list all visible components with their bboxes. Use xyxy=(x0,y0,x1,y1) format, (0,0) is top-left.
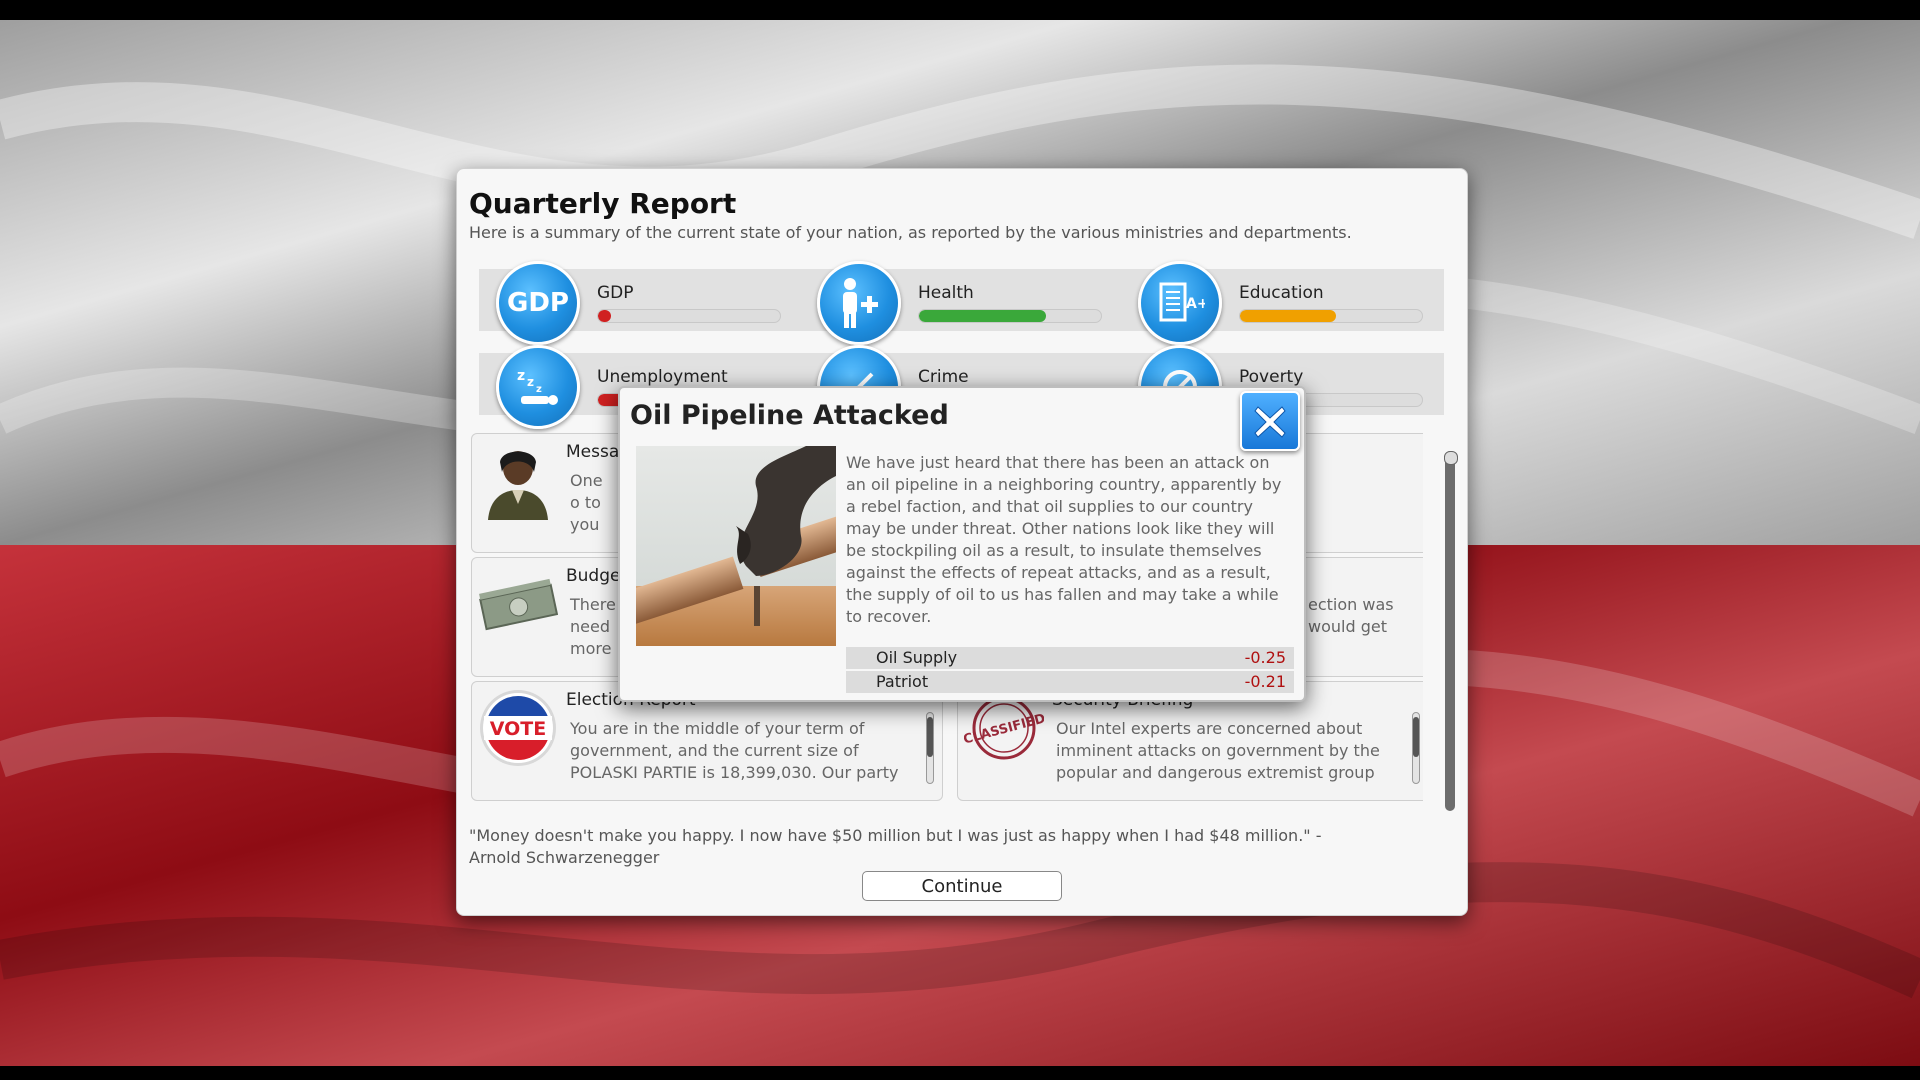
stat-label: Crime xyxy=(918,367,969,387)
vote-badge-icon: VOTE xyxy=(480,690,556,766)
card-text: There need more xyxy=(570,595,616,658)
stat-bar xyxy=(918,309,1102,323)
stat-fill xyxy=(598,310,611,322)
vote-badge-text: VOTE xyxy=(490,718,546,740)
event-description: We have just heard that there has been a… xyxy=(846,453,1282,626)
advisor-portrait-icon xyxy=(478,440,558,520)
card-title: Budge xyxy=(566,566,621,586)
report-subtitle: Here is a summary of the current state o… xyxy=(469,223,1352,242)
sleeping-worker-icon: zzz xyxy=(496,345,580,429)
effect-value: -0.21 xyxy=(1244,672,1286,691)
stat-bar xyxy=(597,309,781,323)
close-button[interactable] xyxy=(1240,391,1300,451)
event-title: Oil Pipeline Attacked xyxy=(630,400,949,431)
card-text: Our Intel experts are concerned about im… xyxy=(1056,719,1380,782)
stat-health[interactable]: Health xyxy=(800,261,1120,345)
effect-name: Patriot xyxy=(876,672,929,691)
event-popup: Oil Pipeline Attacked We have just heard… xyxy=(618,386,1306,702)
letterbox-top xyxy=(0,0,1920,20)
stats-row-1: GDP GDP Health A+ Education xyxy=(479,261,1444,345)
svg-text:z: z xyxy=(536,384,542,395)
oil-pipeline-image xyxy=(636,446,836,646)
stat-label: Poverty xyxy=(1239,367,1304,387)
effect-value: -0.25 xyxy=(1244,648,1286,667)
continue-button[interactable]: Continue xyxy=(862,871,1062,901)
stat-fill xyxy=(1240,310,1337,322)
stat-fill xyxy=(919,310,1047,322)
stat-label: GDP xyxy=(597,283,634,303)
card-text: One o to you xyxy=(570,471,603,534)
stat-gdp[interactable]: GDP GDP xyxy=(479,261,799,345)
stat-label: Unemployment xyxy=(597,367,728,387)
svg-text:z: z xyxy=(517,368,525,384)
effect-row: Oil Supply -0.25 xyxy=(846,647,1294,669)
event-effects: Oil Supply -0.25 Patriot -0.21 xyxy=(846,647,1294,695)
cards-scrollbar[interactable] xyxy=(1444,451,1458,811)
scrollbar-thumb[interactable] xyxy=(1444,451,1458,465)
stat-education[interactable]: A+ Education xyxy=(1121,261,1441,345)
effect-row: Patriot -0.21 xyxy=(846,671,1294,693)
gdp-icon: GDP xyxy=(496,261,580,345)
card-scrollbar[interactable] xyxy=(1412,712,1420,784)
letterbox-bottom xyxy=(0,1066,1920,1080)
education-icon: A+ xyxy=(1138,261,1222,345)
card-scrollbar[interactable] xyxy=(926,712,934,784)
stat-label: Health xyxy=(918,283,974,303)
svg-text:A+: A+ xyxy=(1186,296,1205,312)
quote-text: "Money doesn't make you happy. I now hav… xyxy=(469,826,1322,867)
card-text: ection was would get xyxy=(1308,595,1394,636)
stat-bar xyxy=(1239,309,1423,323)
health-icon xyxy=(817,261,901,345)
report-title: Quarterly Report xyxy=(469,187,737,220)
money-icon xyxy=(478,564,558,644)
card-text: You are in the middle of your term of go… xyxy=(570,719,899,782)
effect-name: Oil Supply xyxy=(876,648,958,667)
stat-label: Education xyxy=(1239,283,1324,303)
scrollbar-track[interactable] xyxy=(1445,451,1455,811)
card-title: Messa xyxy=(566,442,620,462)
svg-text:z: z xyxy=(527,375,534,389)
close-icon xyxy=(1254,406,1286,438)
